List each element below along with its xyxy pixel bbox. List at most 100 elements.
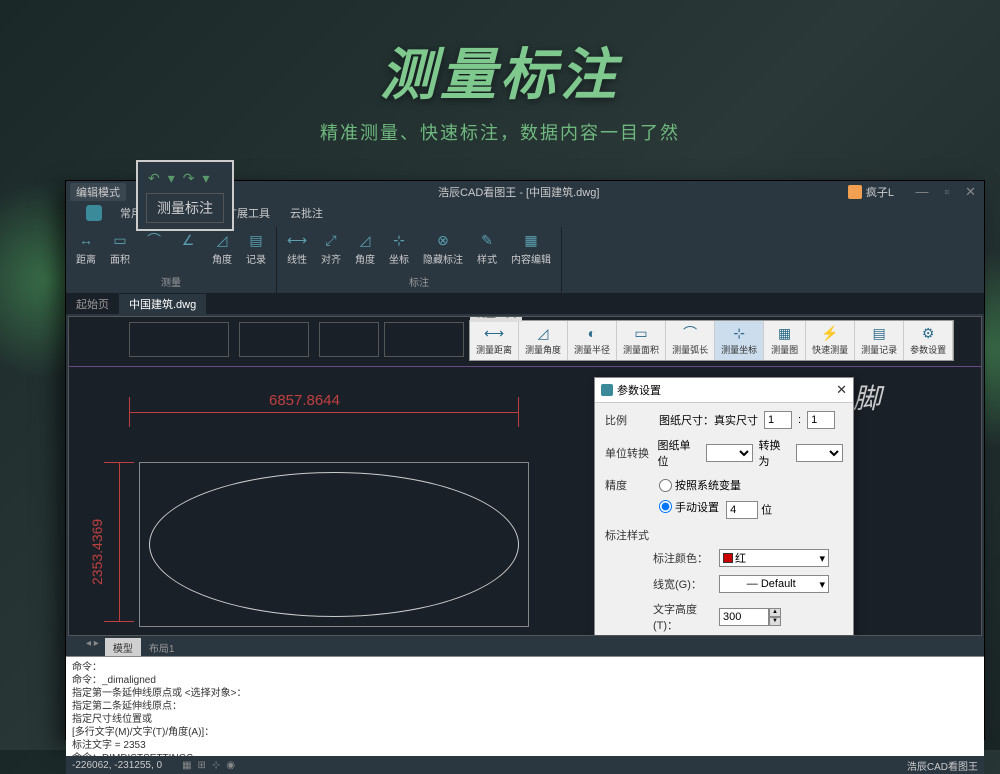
precision-system-radio[interactable]: 按照系统变量: [659, 477, 741, 493]
ribbon-btn-1-2[interactable]: ◿角度: [349, 229, 381, 268]
ribbon-btn-0-0[interactable]: ↔距离: [70, 229, 102, 268]
polar-icon[interactable]: ◉: [226, 760, 235, 771]
precision-label: 精度: [605, 477, 653, 493]
ribbon-icon: ✎: [477, 231, 497, 249]
lineweight-select[interactable]: — Default▾: [719, 575, 829, 593]
unit-to-label: 转换为: [759, 437, 791, 469]
precision-manual-radio[interactable]: 手动设置: [659, 499, 719, 515]
ribbon-btn-1-6[interactable]: ▦内容编辑: [505, 229, 557, 268]
ribbon-icon: ◿: [355, 231, 375, 249]
window-title: 浩辰CAD看图王 - [中国建筑.dwg]: [126, 184, 911, 200]
grid-icon[interactable]: ⊞: [198, 760, 206, 771]
dialog-title-text: 参数设置: [617, 382, 661, 398]
measure-btn-7[interactable]: ⚡快速测量: [806, 321, 855, 360]
dimension-line-vertical: [119, 462, 120, 622]
measure-icon: ⟷: [484, 325, 504, 341]
ribbon-btn-1-5[interactable]: ✎样式: [471, 229, 503, 268]
style-section-label: 标注样式: [605, 527, 843, 543]
measure-btn-8[interactable]: ▤测量记录: [855, 321, 904, 360]
undo-icon[interactable]: ↶: [148, 170, 160, 187]
dimension-line-horizontal: [129, 412, 519, 413]
ribbon-btn-1-1[interactable]: ⤢对齐: [315, 229, 347, 268]
ribbon-icon: ▦: [521, 231, 541, 249]
unit-sublabel: 图纸单位: [657, 437, 700, 469]
popup-tab-label[interactable]: 测量标注: [146, 193, 224, 223]
measure-icon: ▦: [775, 325, 795, 341]
measure-btn-4[interactable]: ⌒测量弧长: [666, 321, 715, 360]
doc-tabs: 起始页 中国建筑.dwg: [66, 294, 984, 314]
drawing-text: 脚: [853, 377, 881, 417]
unit-to-select[interactable]: [796, 444, 843, 462]
measure-btn-1[interactable]: ◿测量角度: [519, 321, 568, 360]
measure-icon: ⚡: [820, 325, 840, 341]
measure-toolbar-title: 测量工具: [470, 316, 522, 322]
ribbon-btn-0-2[interactable]: ⌒: [138, 229, 170, 268]
precision-input[interactable]: [726, 501, 758, 519]
close-button[interactable]: ✕: [961, 184, 980, 200]
menu-tab-cloud[interactable]: 云批注: [282, 203, 331, 223]
color-label: 标注颜色：: [653, 550, 713, 566]
ribbon-icon: ⌒: [144, 231, 164, 249]
unit-from-select[interactable]: [706, 444, 753, 462]
ribbon-icon: ⤢: [321, 231, 341, 249]
canvas-area[interactable]: 脚 测量工具 ⟷测量距离◿测量角度◐测量半径▭测量面积⌒测量弧长⊹测量坐标▦测量…: [68, 316, 982, 636]
measure-icon: ⊹: [729, 325, 749, 341]
ortho-icon[interactable]: ⊹: [212, 760, 220, 771]
model-tab[interactable]: 模型: [105, 638, 141, 656]
measure-icon: ⌒: [680, 325, 700, 341]
color-select[interactable]: 红▾: [719, 549, 829, 567]
hero-title: 测量标注: [0, 30, 1000, 111]
textheight-up[interactable]: ▲: [769, 608, 781, 617]
snap-icon[interactable]: ▦: [182, 760, 191, 771]
ribbon-btn-0-3[interactable]: ∠: [172, 229, 204, 268]
scale-input-1[interactable]: [764, 411, 792, 429]
scale-label: 比例: [605, 412, 653, 428]
ribbon-icon: ⟷: [287, 231, 307, 249]
measure-btn-6[interactable]: ▦测量图: [764, 321, 806, 360]
measure-icon: ⚙: [918, 325, 938, 341]
command-line[interactable]: 命令：命令：_dimaligned指定第一条延伸线原点或 <选择对象>：指定第二…: [66, 656, 984, 756]
coordinates-display: -226062, -231255, 0: [72, 760, 162, 771]
ribbon-btn-0-5[interactable]: ▤记录: [240, 229, 272, 268]
doc-tab-start[interactable]: 起始页: [66, 294, 119, 314]
textheight-down[interactable]: ▼: [769, 617, 781, 626]
measure-icon: ▭: [631, 325, 651, 341]
settings-dialog: 参数设置 ✕ 比例 图纸尺寸：真实尺寸 : 单位转换 图纸单位 转换为: [594, 377, 854, 636]
user-badge[interactable]: 疯子L: [848, 184, 894, 200]
hero-subtitle: 精准测量、快速标注，数据内容一目了然: [0, 119, 1000, 145]
ribbon-icon: ▤: [246, 231, 266, 249]
unit-label: 单位转换: [605, 445, 651, 461]
dialog-icon: [601, 384, 613, 396]
dimension-value-horizontal: 6857.8644: [269, 392, 340, 409]
dimension-value-vertical: 2353.4369: [89, 519, 105, 585]
dialog-close-button[interactable]: ✕: [836, 382, 847, 398]
layout-tabs: ◂ ▸ 模型 布局1: [66, 638, 984, 656]
maximize-button[interactable]: ▫: [940, 184, 953, 200]
ribbon-btn-1-4[interactable]: ⊗隐藏标注: [417, 229, 469, 268]
measure-btn-3[interactable]: ▭测量面积: [617, 321, 666, 360]
textheight-label: 文字高度(T)：: [653, 601, 713, 633]
measure-btn-5[interactable]: ⊹测量坐标: [715, 321, 764, 360]
measure-btn-9[interactable]: ⚙参数设置: [904, 321, 953, 360]
ribbon: ↔距离▭面积⌒∠◿角度▤记录测量⟷线性⤢对齐◿角度⊹坐标⊗隐藏标注✎样式▦内容编…: [66, 223, 984, 294]
scale-input-2[interactable]: [807, 411, 835, 429]
ribbon-btn-1-0[interactable]: ⟷线性: [281, 229, 313, 268]
measure-btn-2[interactable]: ◐测量半径: [568, 321, 617, 360]
ribbon-icon: ↔: [76, 231, 96, 249]
minimize-button[interactable]: —: [911, 184, 932, 200]
doc-tab-active[interactable]: 中国建筑.dwg: [119, 294, 206, 314]
statusbar: -226062, -231255, 0 ▦ ⊞ ⊹ ◉ 浩辰CAD看图王: [66, 756, 984, 774]
redo-icon[interactable]: ↷: [183, 170, 195, 187]
ribbon-icon: ▭: [110, 231, 130, 249]
layout-tab[interactable]: 布局1: [141, 638, 183, 656]
measure-icon: ◿: [533, 325, 553, 341]
scale-sublabel: 图纸尺寸：真实尺寸: [659, 412, 758, 428]
ribbon-btn-1-3[interactable]: ⊹坐标: [383, 229, 415, 268]
measure-btn-0[interactable]: ⟷测量距离: [470, 321, 519, 360]
ribbon-btn-0-4[interactable]: ◿角度: [206, 229, 238, 268]
status-right: 浩辰CAD看图王: [907, 758, 978, 773]
ribbon-icon: ⊹: [389, 231, 409, 249]
measure-icon: ◐: [582, 325, 602, 341]
textheight-input[interactable]: [719, 608, 769, 626]
ribbon-btn-0-1[interactable]: ▭面积: [104, 229, 136, 268]
